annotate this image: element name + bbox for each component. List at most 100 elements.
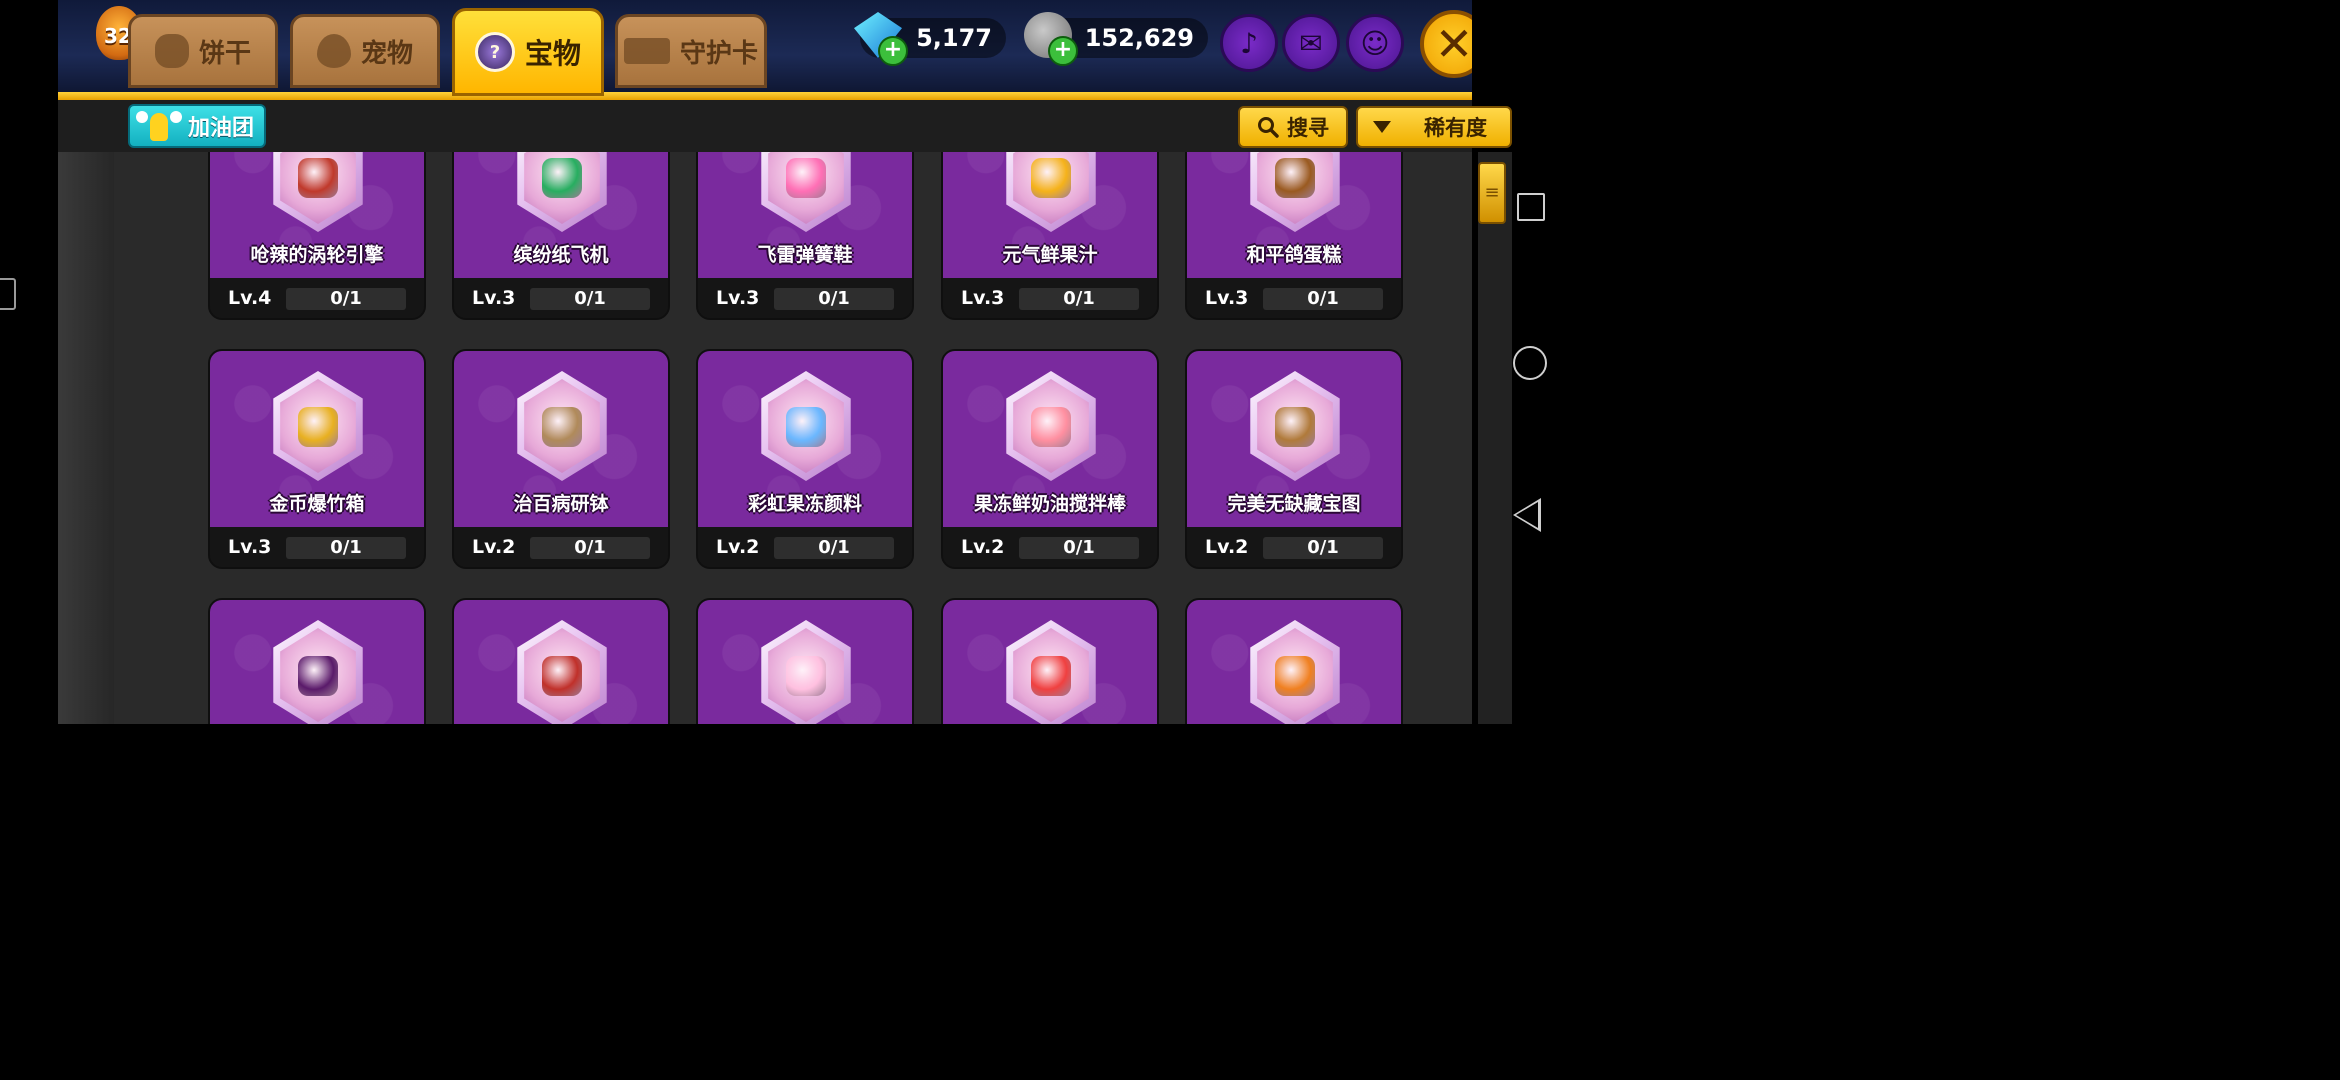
treasure-card-footer: Lv.2 0/1 bbox=[943, 527, 1157, 567]
treasure-level: Lv.4 bbox=[228, 287, 272, 309]
cheerleader-icon bbox=[136, 109, 182, 143]
notification-button[interactable]: ♪ bbox=[1220, 14, 1278, 72]
treasure-medal-inner bbox=[768, 628, 844, 722]
coin-firecracker-box-icon bbox=[298, 407, 338, 447]
treasure-medal-frame bbox=[517, 620, 607, 724]
treasure-count: 0/1 bbox=[530, 537, 650, 559]
tab-guardian-card-label: 守护卡 bbox=[679, 38, 758, 69]
treasure-card-art bbox=[454, 600, 668, 724]
treasure-grid[interactable]: 呛辣的涡轮引擎 Lv.4 0/1 缤纷纸飞机 Lv.3 0/1 飞雷弹簧鞋 Lv.3 0/1 元气… bbox=[208, 122, 1408, 724]
crystal-counter: + 5,177 bbox=[854, 12, 1006, 66]
treasure-level: Lv.2 bbox=[1205, 536, 1249, 558]
treasure-name: 呛辣的涡轮引擎 bbox=[250, 244, 384, 266]
filter-bar: 加油团 搜寻 稀有度 bbox=[58, 100, 1512, 152]
rainbow-ice-cream-icon bbox=[786, 656, 826, 696]
fruit-juice-icon bbox=[1031, 158, 1071, 198]
treasure-card[interactable] bbox=[1185, 598, 1403, 724]
treasure-medal-inner bbox=[280, 628, 356, 722]
treasure-card-art: 彩虹果冻颜料 bbox=[698, 351, 912, 527]
dark-feather-icon bbox=[298, 656, 338, 696]
treasure-level: Lv.3 bbox=[1205, 287, 1249, 309]
treasure-card-footer: Lv.2 0/1 bbox=[698, 527, 912, 567]
recent-apps-icon[interactable] bbox=[1517, 193, 1545, 221]
treasure-name: 治百病研钵 bbox=[513, 493, 609, 515]
treasure-card[interactable] bbox=[208, 598, 426, 724]
scrollbar-track[interactable] bbox=[1478, 152, 1512, 724]
treasure-name: 飞雷弹簧鞋 bbox=[757, 244, 853, 266]
treasure-medal-frame bbox=[1006, 620, 1096, 724]
treasure-card-art bbox=[943, 600, 1157, 724]
treasure-name: 果冻鲜奶油搅拌棒 bbox=[973, 493, 1126, 515]
tab-guardian-card[interactable]: 守护卡 bbox=[615, 14, 767, 88]
tab-treasure[interactable]: ? 宝物 bbox=[452, 8, 604, 96]
tab-cookie[interactable]: 饼干 bbox=[128, 14, 278, 88]
treasure-medal-inner bbox=[524, 628, 600, 722]
treasure-medal-frame bbox=[1006, 371, 1096, 481]
red-book-icon bbox=[542, 656, 582, 696]
treasure-panel: 加油团 搜寻 稀有度 呛辣的涡轮引擎 Lv.4 0/1 缤纷纸飞机 Lv.3 0/1 飞雷弹… bbox=[58, 100, 1512, 724]
treasure-name: 完美无缺藏宝图 bbox=[1227, 493, 1361, 515]
treasure-card-art bbox=[698, 600, 912, 724]
treasure-medal-inner bbox=[1013, 379, 1089, 473]
paper-plane-icon bbox=[542, 158, 582, 198]
treasure-card[interactable]: 金币爆竹箱 Lv.3 0/1 bbox=[208, 349, 426, 569]
treasure-card-footer: Lv.3 0/1 bbox=[210, 527, 424, 567]
treasure-card[interactable]: 治百病研钵 Lv.2 0/1 bbox=[452, 349, 670, 569]
treasure-medal-inner bbox=[1257, 379, 1333, 473]
treasure-medal-frame bbox=[761, 620, 851, 724]
add-coin-button[interactable]: + bbox=[1048, 36, 1078, 66]
treasure-level: Lv.3 bbox=[716, 287, 760, 309]
treasure-medal-inner bbox=[280, 379, 356, 473]
search-button[interactable]: 搜寻 bbox=[1238, 106, 1348, 148]
scrollbar-thumb[interactable]: ≡ bbox=[1478, 162, 1506, 224]
add-crystal-button[interactable]: + bbox=[878, 36, 908, 66]
treasure-medal-frame bbox=[1250, 371, 1340, 481]
panel-left-edge bbox=[58, 152, 114, 724]
treasure-name: 彩虹果冻颜料 bbox=[747, 493, 862, 515]
tab-cookie-label: 饼干 bbox=[198, 38, 251, 69]
treasure-card[interactable] bbox=[696, 598, 914, 724]
treasure-name: 元气鲜果汁 bbox=[1002, 244, 1098, 266]
treasure-card-footer: Lv.3 0/1 bbox=[1187, 278, 1401, 318]
treasure-card[interactable]: 完美无缺藏宝图 Lv.2 0/1 bbox=[1185, 349, 1403, 569]
treasure-card[interactable] bbox=[941, 598, 1159, 724]
pet-icon bbox=[316, 34, 351, 68]
treasure-card-art: 治百病研钵 bbox=[454, 351, 668, 527]
sort-label: 稀有度 bbox=[1424, 116, 1487, 140]
friends-button[interactable]: ☺ bbox=[1346, 14, 1404, 72]
treasure-card-art: 果冻鲜奶油搅拌棒 bbox=[943, 351, 1157, 527]
treasure-count: 0/1 bbox=[530, 288, 650, 310]
treasure-medal-frame bbox=[1250, 620, 1340, 724]
treasure-card[interactable] bbox=[452, 598, 670, 724]
bear-lifebuoy-icon bbox=[1031, 656, 1071, 696]
coin-counter: + 152,629 bbox=[1024, 12, 1208, 66]
treasure-medal-inner bbox=[768, 379, 844, 473]
treasure-card-art: 金币爆竹箱 bbox=[210, 351, 424, 527]
treasure-medal-frame bbox=[517, 371, 607, 481]
treasure-medal-frame bbox=[273, 620, 363, 724]
treasure-level: Lv.2 bbox=[716, 536, 760, 558]
cookie-icon bbox=[154, 34, 189, 68]
turbo-engine-icon bbox=[298, 158, 338, 198]
cheer-squad-button[interactable]: 加油团 bbox=[128, 104, 266, 148]
treasure-card[interactable]: 果冻鲜奶油搅拌棒 Lv.2 0/1 bbox=[941, 349, 1159, 569]
mail-button[interactable]: ✉ bbox=[1282, 14, 1340, 72]
treasure-card-footer: Lv.3 0/1 bbox=[698, 278, 912, 318]
treasure-count: 0/1 bbox=[774, 288, 894, 310]
treasure-name: 缤纷纸飞机 bbox=[513, 244, 609, 266]
tab-pet[interactable]: 宠物 bbox=[290, 14, 440, 88]
coin-amount: 152,629 bbox=[1084, 24, 1194, 52]
whisk-icon bbox=[1031, 407, 1071, 447]
back-icon[interactable] bbox=[1513, 498, 1541, 532]
treasure-level: Lv.2 bbox=[961, 536, 1005, 558]
treasure-level: Lv.2 bbox=[472, 536, 516, 558]
treasure-count: 0/1 bbox=[1263, 537, 1383, 559]
treasure-card-footer: Lv.4 0/1 bbox=[210, 278, 424, 318]
treasure-map-icon bbox=[1275, 407, 1315, 447]
treasure-card[interactable]: 彩虹果冻颜料 Lv.2 0/1 bbox=[696, 349, 914, 569]
home-icon[interactable] bbox=[1513, 346, 1547, 380]
sort-rarity-dropdown[interactable]: 稀有度 bbox=[1356, 106, 1512, 148]
orange-potion-icon bbox=[1275, 656, 1315, 696]
treasure-card-footer: Lv.3 0/1 bbox=[454, 278, 668, 318]
treasure-medal-frame bbox=[273, 371, 363, 481]
